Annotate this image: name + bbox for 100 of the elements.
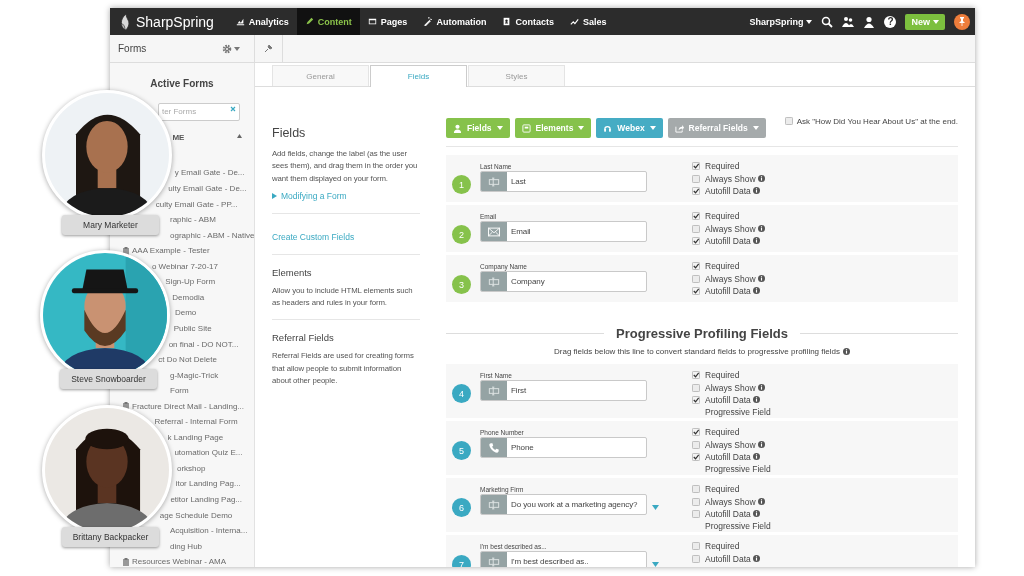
- checkbox[interactable]: [692, 174, 700, 183]
- form-list-item[interactable]: Public Site: [173, 323, 212, 333]
- checkbox[interactable]: [692, 371, 700, 380]
- nav-tab[interactable]: Sales: [561, 8, 615, 35]
- team-icon[interactable]: [842, 15, 855, 28]
- checkbox[interactable]: [692, 440, 700, 449]
- form-list-item[interactable]: culty Email Gate - PP...: [155, 199, 238, 209]
- form-list-item[interactable]: ulty Email Gate - De...: [168, 184, 247, 194]
- contact-card-icon: [502, 17, 512, 26]
- checkbox[interactable]: [692, 485, 700, 494]
- tab[interactable]: Fields: [370, 65, 467, 87]
- collapse-icon[interactable]: [264, 44, 273, 53]
- checkbox[interactable]: [692, 286, 700, 295]
- form-list-item[interactable]: itor Landing Pag...: [175, 479, 241, 489]
- input-field[interactable]: Email: [480, 221, 647, 242]
- input-field[interactable]: Company: [480, 271, 647, 292]
- help-icon[interactable]: ?: [884, 15, 897, 28]
- form-list-item[interactable]: on final - DO NOT...: [168, 339, 239, 349]
- checkbox[interactable]: [692, 428, 700, 437]
- input-field[interactable]: Do you work at a marketing agency?: [480, 494, 647, 515]
- checkbox[interactable]: [784, 117, 793, 125]
- form-list-item[interactable]: etitor Landing Pag...: [170, 494, 242, 504]
- checkbox[interactable]: [692, 186, 700, 195]
- order-number: 6: [452, 498, 471, 517]
- nav-tab[interactable]: Content: [296, 8, 360, 35]
- form-list-item[interactable]: Resources Webinar - AMA: [132, 557, 227, 567]
- order-number: 4: [452, 384, 471, 403]
- brand-name: SharpSpring: [136, 13, 214, 30]
- name-tag: Steve Snowboarder: [60, 369, 157, 389]
- option-label: Required: [705, 541, 740, 552]
- form-list-item[interactable]: g-Magic-Trick: [170, 370, 219, 380]
- clear-icon[interactable]: [230, 106, 236, 112]
- textbox-icon: [481, 381, 507, 400]
- checkbox[interactable]: [692, 395, 700, 404]
- option-label: Autofill Data: [705, 508, 751, 519]
- form-list-item[interactable]: Referral - Internal Form: [154, 417, 238, 427]
- column-header[interactable]: ME: [172, 133, 185, 142]
- option-label: Required: [705, 370, 740, 381]
- nav-tab[interactable]: Contacts: [494, 8, 562, 35]
- checkbox[interactable]: [692, 274, 700, 283]
- checkbox[interactable]: [692, 162, 700, 171]
- section-heading: Elements: [272, 266, 313, 278]
- form-list-item[interactable]: Form: [170, 386, 189, 396]
- form-list-item[interactable]: ographic - ABM - Native: [170, 230, 255, 240]
- input-field[interactable]: First: [480, 380, 647, 401]
- form-list-item[interactable]: y Email Gate - De...: [174, 168, 245, 178]
- checkbox[interactable]: [692, 212, 700, 221]
- user-icon[interactable]: [863, 15, 876, 28]
- form-list-item[interactable]: k Landing Page: [167, 432, 224, 442]
- checkbox[interactable]: [692, 554, 700, 563]
- form-list-item[interactable]: orkshop: [176, 463, 206, 473]
- sort-icon[interactable]: [237, 134, 242, 138]
- name-tag: Brittany Backpacker: [62, 527, 159, 547]
- headset-icon: [603, 123, 613, 133]
- form-list-item[interactable]: Demodia: [172, 292, 205, 302]
- help-link[interactable]: Create Custom Fields: [272, 231, 355, 242]
- checkbox[interactable]: [692, 509, 700, 518]
- form-list-item[interactable]: Fracture Direct Mail - Landing...: [132, 401, 245, 411]
- checkbox[interactable]: [692, 236, 700, 245]
- form-list-item[interactable]: AAA Example - Tester: [132, 246, 210, 256]
- textbox-icon: [481, 272, 507, 291]
- search-icon[interactable]: [821, 15, 834, 28]
- nav-tab[interactable]: Analytics: [227, 8, 297, 35]
- filter-field[interactable]: ter Forms: [157, 102, 240, 121]
- checkbox[interactable]: [692, 497, 700, 506]
- option-label: Required: [705, 261, 740, 272]
- nav-tab[interactable]: Automation: [415, 8, 495, 35]
- checkbox[interactable]: [692, 262, 700, 271]
- option-label: Required: [705, 211, 740, 222]
- form-list-item[interactable]: raphic - ABM: [170, 215, 216, 225]
- section-heading: Referral Fields: [272, 332, 335, 344]
- account-menu[interactable]: SharpSpring: [749, 16, 813, 27]
- settings-icon[interactable]: [222, 43, 232, 54]
- checkbox[interactable]: [692, 542, 700, 551]
- dropdown-caret-icon[interactable]: [652, 505, 659, 510]
- option-label: Autofill Data: [705, 553, 751, 564]
- tab[interactable]: Styles: [468, 65, 565, 86]
- form-list-item[interactable]: Demo: [174, 308, 197, 318]
- checkbox[interactable]: [692, 452, 700, 461]
- nav-tab[interactable]: Pages: [359, 8, 416, 35]
- caret-icon: [752, 126, 759, 130]
- form-list-item[interactable]: Sign-Up Form: [165, 277, 216, 287]
- pin-icon[interactable]: [954, 13, 970, 30]
- form-list-item[interactable]: ct Do Not Delete: [158, 355, 217, 365]
- tab[interactable]: General: [272, 65, 369, 86]
- caret-icon: [578, 126, 585, 130]
- input-field[interactable]: Phone: [480, 437, 647, 458]
- section-title: Progressive Profiling Fields: [616, 326, 788, 341]
- form-list-item[interactable]: age Schedule Demo: [159, 510, 233, 520]
- help-link[interactable]: Modifying a Form: [272, 190, 347, 201]
- checkbox[interactable]: [692, 383, 700, 392]
- form-list-item[interactable]: Acquisition - Interna...: [170, 526, 248, 536]
- form-list-item[interactable]: utomation Quiz E...: [174, 448, 243, 458]
- form-list-item[interactable]: o Webinar 7-20-17: [151, 261, 218, 271]
- form-list-item[interactable]: ding Hub: [170, 541, 203, 551]
- checkbox[interactable]: [692, 224, 700, 233]
- input-field[interactable]: I'm best described as..: [480, 551, 647, 567]
- input-field[interactable]: Last: [480, 171, 647, 192]
- dropdown-caret-icon[interactable]: [652, 562, 659, 567]
- trend-line-icon: [569, 17, 579, 26]
